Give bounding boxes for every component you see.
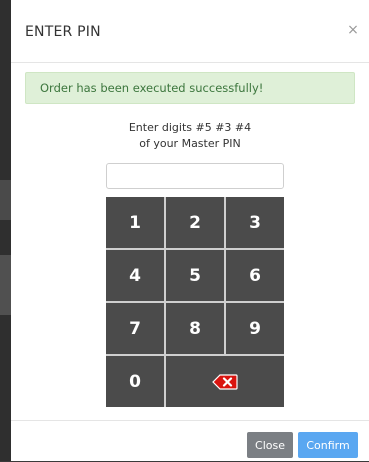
- key-0[interactable]: 0: [106, 356, 164, 407]
- backspace-key[interactable]: [166, 356, 284, 407]
- key-5[interactable]: 5: [166, 250, 224, 301]
- modal-title: ENTER PIN: [25, 24, 101, 40]
- enter-pin-modal: ENTER PIN × Order has been executed succ…: [11, 0, 369, 461]
- confirm-button[interactable]: Confirm: [298, 432, 358, 458]
- key-6[interactable]: 6: [226, 250, 284, 301]
- key-3[interactable]: 3: [226, 197, 284, 248]
- key-1[interactable]: 1: [106, 197, 164, 248]
- close-icon[interactable]: ×: [345, 22, 361, 38]
- close-button[interactable]: Close: [247, 432, 293, 458]
- key-2[interactable]: 2: [166, 197, 224, 248]
- success-alert: Order has been executed successfully!: [25, 72, 355, 104]
- modal-header: ENTER PIN ×: [11, 0, 369, 63]
- pin-instructions: Enter digits #5 #3 #4 of your Master PIN: [11, 120, 369, 152]
- instruction-line-1: Enter digits #5 #3 #4: [128, 121, 252, 134]
- backdrop-band: [0, 255, 11, 315]
- pin-input[interactable]: [106, 163, 284, 189]
- page-backdrop: [0, 0, 11, 461]
- instruction-line-2: of your Master PIN: [139, 137, 241, 150]
- key-4[interactable]: 4: [106, 250, 164, 301]
- key-9[interactable]: 9: [226, 303, 284, 354]
- key-7[interactable]: 7: [106, 303, 164, 354]
- modal-footer: Close Confirm: [11, 420, 369, 462]
- key-8[interactable]: 8: [166, 303, 224, 354]
- success-alert-text: Order has been executed successfully!: [40, 81, 264, 95]
- backdrop-band: [0, 180, 11, 220]
- backspace-icon: [212, 373, 238, 390]
- pin-keypad: 1 2 3 4 5 6 7 8 9 0: [106, 197, 284, 407]
